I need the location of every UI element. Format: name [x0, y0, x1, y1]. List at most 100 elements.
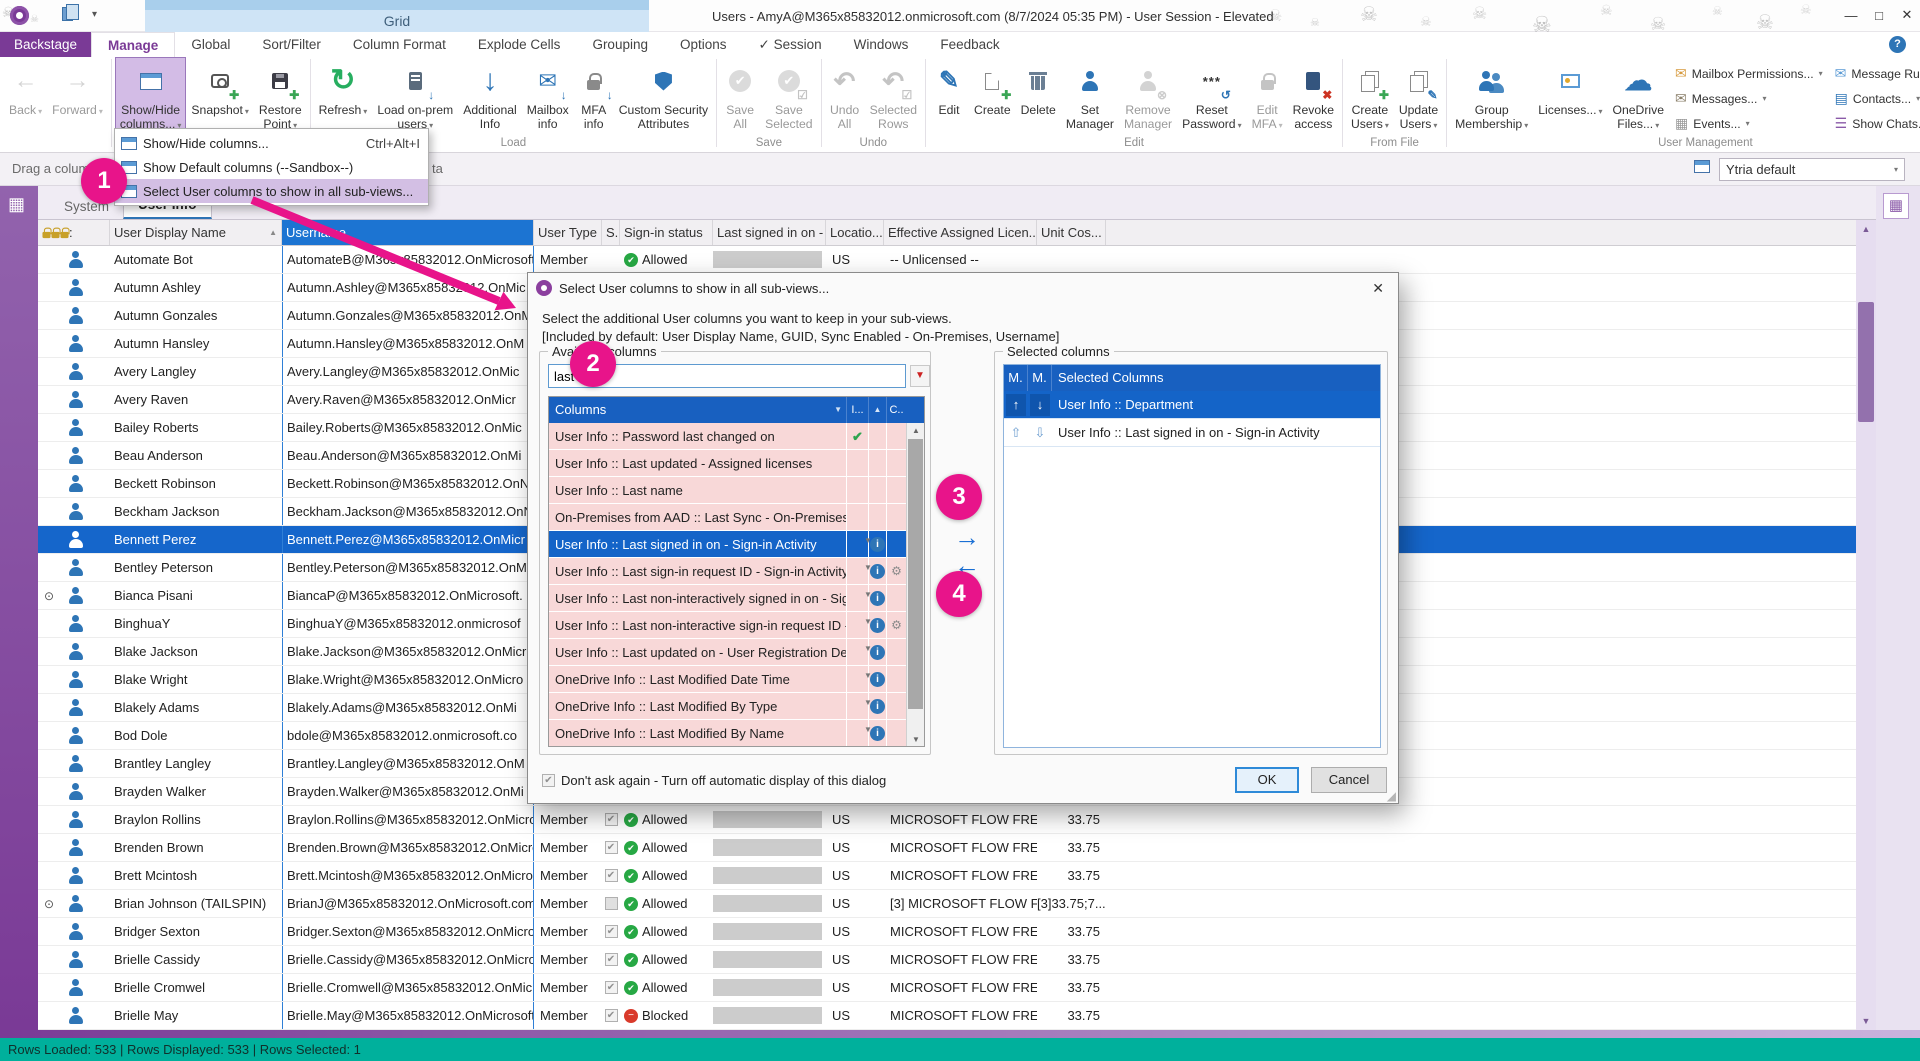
copy-icon[interactable]	[62, 7, 73, 21]
move-down-icon[interactable]: ↓	[1030, 394, 1050, 416]
table-row[interactable]: Bridger SextonBridger.Sexton@M365x858320…	[38, 918, 1856, 946]
available-column-row[interactable]: User Info :: Last signed in on - Sign-in…	[549, 531, 924, 558]
ribbon-button-group-membership[interactable]: GroupMembership▾	[1450, 57, 1533, 135]
table-row[interactable]: Braylon RollinsBraylon.Rollins@M365x8583…	[38, 806, 1856, 834]
available-column-row[interactable]: User Info :: Last updated on - User Regi…	[549, 639, 924, 666]
custom-column-header[interactable]: C..	[886, 397, 906, 423]
available-list-header[interactable]: Columns I... ▲ C..	[549, 397, 924, 423]
checkbox-icon[interactable]: ✔	[542, 774, 555, 787]
ribbon-button-refresh[interactable]: ↻Refresh▾	[314, 57, 373, 121]
tab-feedback[interactable]: Feedback	[924, 32, 1015, 57]
panel-toggle-icon[interactable]: ▦	[1883, 193, 1909, 219]
available-column-row[interactable]: User Info :: Last updated - Assigned lic…	[549, 450, 924, 477]
tab-manage[interactable]: Manage	[91, 32, 175, 57]
ribbon-button-snapshot[interactable]: ✚Snapshot▾	[186, 57, 254, 121]
ribbon-button-mailbox-permissions[interactable]: ✉Mailbox Permissions...▾	[1675, 61, 1823, 86]
move-down-cell[interactable]: ⇩	[1028, 419, 1052, 446]
tab-sort-filter[interactable]: Sort/Filter	[246, 32, 337, 57]
scroll-up-icon[interactable]: ▲	[1856, 220, 1876, 238]
tab-options[interactable]: Options	[664, 32, 743, 57]
table-row[interactable]: Brielle CassidyBrielle.Cassidy@M365x8583…	[38, 946, 1856, 974]
ribbon-button-update-users[interactable]: ✎UpdateUsers▾	[1394, 57, 1443, 135]
dialog-close-icon[interactable]: ✕	[1366, 278, 1390, 299]
minimize-button[interactable]: —	[1837, 0, 1865, 30]
ribbon-button-create[interactable]: ✚Create	[969, 57, 1016, 119]
selected-column-row[interactable]: ⇧⇩User Info :: Last signed in on - Sign-…	[1004, 419, 1380, 447]
available-column-row[interactable]: OneDrive Info :: Last Modified By Namei	[549, 720, 924, 747]
tab-column-format[interactable]: Column Format	[337, 32, 462, 57]
tab-windows[interactable]: Windows	[838, 32, 925, 57]
included-column-header[interactable]: I...	[846, 397, 868, 423]
scroll-down-icon[interactable]: ▼	[1856, 1012, 1876, 1030]
column-header-3[interactable]: User Type	[534, 220, 602, 245]
column-header-9[interactable]: Unit Cos...	[1037, 220, 1106, 245]
column-header-5[interactable]: Sign-in status	[620, 220, 713, 245]
columns-header[interactable]: Columns	[549, 397, 846, 423]
quick-access-caret-icon[interactable]: ▾	[92, 9, 97, 20]
ribbon-button-events[interactable]: ▦Events...▾	[1675, 111, 1823, 136]
ribbon-button-show-hide-columns[interactable]: Show/Hidecolumns...▾	[115, 57, 187, 135]
ribbon-button-mailbox-info[interactable]: ✉↓Mailboxinfo	[522, 57, 574, 133]
tab-grouping[interactable]: Grouping	[576, 32, 664, 57]
ribbon-button-contacts[interactable]: ▤Contacts...▾	[1835, 86, 1920, 111]
table-row[interactable]: Brett McintoshBrett.Mcintosh@M365x858320…	[38, 862, 1856, 890]
menu-item-1[interactable]: Show/Hide columns...Ctrl+Alt+I	[115, 131, 428, 155]
sort-asc-icon[interactable]: ▲	[868, 397, 886, 423]
table-row[interactable]: Brielle CromwelBrielle.Cromwell@M365x858…	[38, 974, 1856, 1002]
scrollbar-thumb[interactable]	[908, 439, 923, 709]
cancel-button[interactable]: Cancel	[1311, 767, 1387, 793]
ok-button[interactable]: OK	[1235, 767, 1299, 793]
column-header-username[interactable]: Username	[282, 220, 534, 245]
table-row[interactable]: Brenden BrownBrenden.Brown@M365x85832012…	[38, 834, 1856, 862]
resize-grip[interactable]: ◢	[1387, 789, 1396, 803]
menu-item-2[interactable]: Show Default columns (--Sandbox--)	[115, 155, 428, 179]
ribbon-button-restore-point[interactable]: ✚RestorePoint▾	[254, 57, 307, 135]
table-row[interactable]: Brielle MayBrielle.May@M365x85832012.OnM…	[38, 1002, 1856, 1030]
table-row[interactable]: ⊙Brian Johnson (TAILSPIN)BrianJ@M365x858…	[38, 890, 1856, 918]
ribbon-button-revoke-access[interactable]: ✖Revokeaccess	[1288, 57, 1339, 133]
dialog-title-bar[interactable]: Select User columns to show in all sub-v…	[528, 273, 1398, 303]
grid-profile-select[interactable]: Ytria default ▾	[1719, 158, 1905, 181]
move-up-icon[interactable]: ⇧	[1006, 422, 1026, 444]
available-column-row[interactable]: User Info :: Last sign-in request ID - S…	[549, 558, 924, 585]
horizontal-scrollbar[interactable]	[0, 1030, 1920, 1038]
grid-profile-icon[interactable]	[1694, 160, 1710, 176]
app-logo-icon[interactable]	[10, 6, 29, 25]
selected-column-row[interactable]: ↑↓User Info :: Department	[1004, 391, 1380, 419]
ribbon-button-reset-password[interactable]: ***↺ResetPassword▾	[1177, 57, 1247, 135]
ribbon-button-licenses[interactable]: Licenses...▾	[1533, 57, 1607, 121]
ribbon-button-onedrive-files[interactable]: ☁OneDriveFiles...▾	[1608, 57, 1669, 135]
column-header-user-display-name[interactable]: User Display Name▲	[110, 220, 282, 245]
vertical-scrollbar[interactable]: ▲ ▼	[1856, 220, 1876, 1030]
tab-explode-cells[interactable]: Explode Cells	[462, 32, 577, 57]
available-column-row[interactable]: User Info :: Last non-interactive sign-i…	[549, 612, 924, 639]
maximize-button[interactable]: □	[1865, 0, 1893, 30]
ribbon-button-mfa-info[interactable]: ↓MFAinfo	[574, 57, 614, 133]
tab-backstage[interactable]: Backstage	[0, 32, 91, 57]
available-list-scrollbar[interactable]: ▲ ▼	[906, 423, 924, 747]
ribbon-button-custom-security-attributes[interactable]: ↓Custom SecurityAttributes	[614, 57, 713, 133]
scroll-down-icon[interactable]: ▼	[907, 732, 925, 747]
ribbon-button-create-users[interactable]: ✚CreateUsers▾	[1346, 57, 1394, 135]
available-column-row[interactable]: OneDrive Info :: Last Modified By Typei	[549, 693, 924, 720]
tab-session[interactable]: ✓ Session	[743, 32, 838, 57]
column-header-7[interactable]: Locatio...	[826, 220, 884, 245]
available-column-row[interactable]: User Info :: Password last changed on✔	[549, 423, 924, 450]
available-column-row[interactable]: OneDrive Info :: Last Modified Date Time…	[549, 666, 924, 693]
dont-ask-again-checkbox[interactable]: ✔ Don't ask again - Turn off automatic d…	[542, 773, 886, 788]
ribbon-button-edit[interactable]: ✎Edit	[929, 57, 969, 119]
column-header-6[interactable]: Last signed in on - ...	[713, 220, 826, 245]
ribbon-button-message-rules[interactable]: ✉Message Rules...▾	[1835, 61, 1920, 86]
grid-window-tab[interactable]: Grid	[145, 0, 649, 32]
clear-filter-icon[interactable]	[910, 365, 930, 387]
move-down-icon[interactable]: ⇩	[1030, 422, 1050, 444]
available-column-row[interactable]: User Info :: Last name	[549, 477, 924, 504]
scrollbar-thumb[interactable]	[1858, 302, 1874, 422]
move-up-cell[interactable]: ↑	[1004, 391, 1028, 418]
close-button[interactable]: ✕	[1893, 0, 1920, 30]
available-column-row[interactable]: User Info :: Last non-interactively sign…	[549, 585, 924, 612]
ribbon-button-show-chats[interactable]: ☰Show Chats...▾	[1835, 111, 1920, 136]
grid-view-icon[interactable]: ▦	[8, 194, 25, 215]
available-column-row[interactable]: On-Premises from AAD :: Last Sync - On-P…	[549, 504, 924, 531]
column-header-4[interactable]: S...	[602, 220, 620, 245]
